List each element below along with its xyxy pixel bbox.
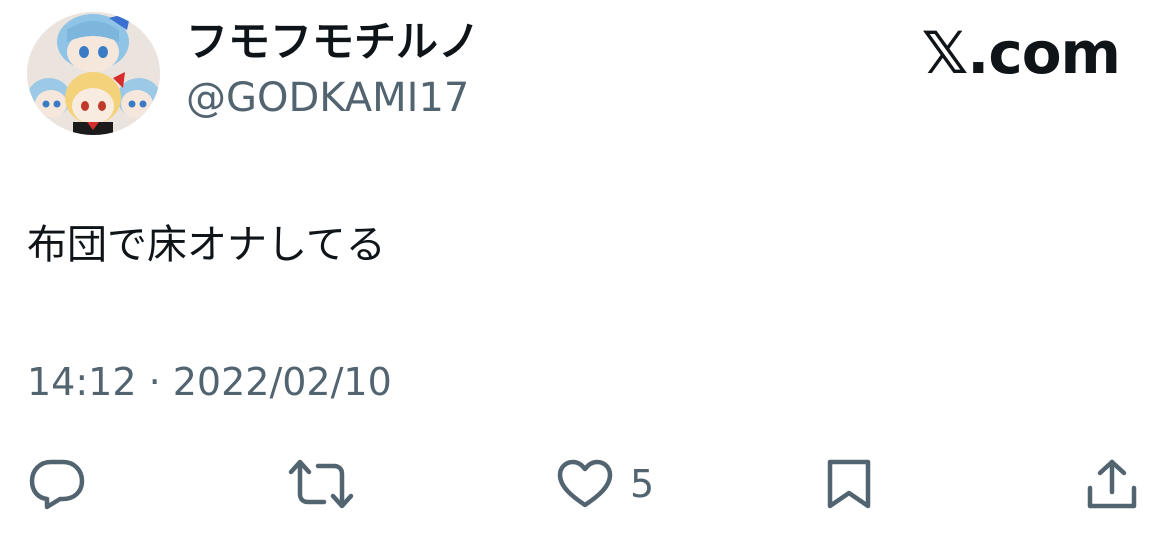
tweet-timestamp[interactable]: 14:12 · 2022/02/10 <box>27 356 392 408</box>
user-handle[interactable]: @GODKAMI17 <box>186 73 469 123</box>
share-icon <box>1087 459 1137 509</box>
tweet-text: 布団で床オナしてる <box>27 222 386 268</box>
avatar[interactable] <box>27 12 160 135</box>
like-button[interactable]: 5 <box>556 458 654 510</box>
bookmark-button[interactable] <box>824 458 874 510</box>
avatar-plush-dolls-icon <box>27 12 160 135</box>
heart-icon <box>557 459 613 508</box>
retweet-icon <box>288 459 354 509</box>
reply-button[interactable] <box>29 458 85 510</box>
tweet-card: フモフモチルノ @GODKAMI17 𝕏.com 布団で床オナしてる 14:12… <box>0 0 1170 540</box>
bookmark-icon <box>827 459 871 509</box>
retweet-button[interactable] <box>288 458 354 510</box>
display-name[interactable]: フモフモチルノ <box>186 16 480 68</box>
brand-logo: 𝕏.com <box>921 19 1121 87</box>
reply-icon <box>29 459 85 510</box>
share-button[interactable] <box>1086 458 1138 510</box>
like-count: 5 <box>630 462 655 506</box>
